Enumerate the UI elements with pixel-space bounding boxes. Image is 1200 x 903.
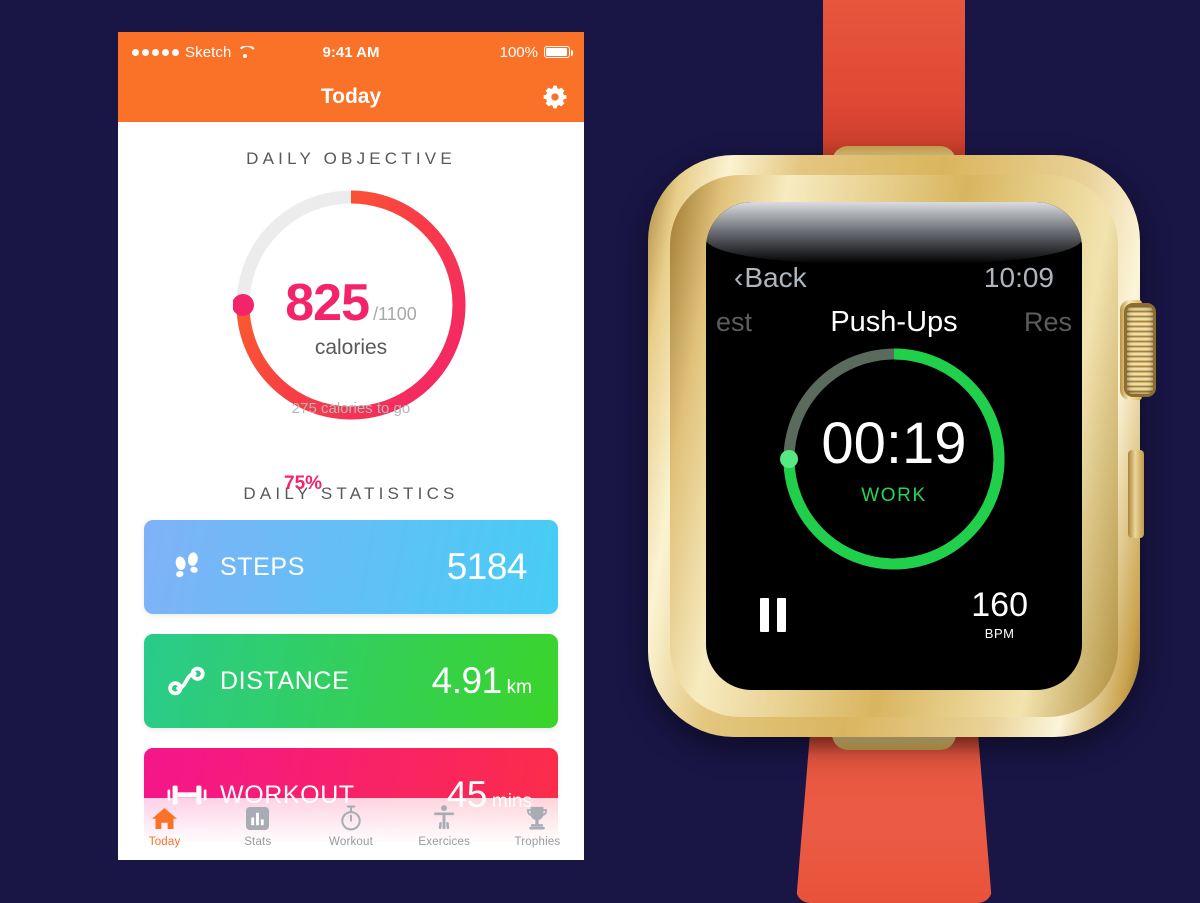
tab-label: Trophies <box>514 836 561 848</box>
calories-remaining-label: 275 calories to go <box>291 400 411 417</box>
stopwatch-icon <box>339 804 363 832</box>
pause-icon[interactable] <box>760 597 786 632</box>
status-bar-left: Sketch <box>132 44 253 61</box>
digital-crown[interactable] <box>1124 303 1156 397</box>
calories-goal: /1100 <box>373 304 417 324</box>
daily-objective-title: DAILY OBJECTIVE <box>246 149 456 168</box>
side-button[interactable] <box>1128 450 1144 538</box>
route-icon <box>166 660 208 702</box>
tab-trophies[interactable]: Trophies <box>491 804 584 848</box>
phone-status-bar: Sketch 9:41 AM 100% <box>118 32 584 72</box>
battery-full-icon <box>544 46 573 58</box>
wifi-icon <box>237 46 253 59</box>
signal-strength-icon <box>132 48 179 56</box>
calories-row: 825 /1100 <box>118 273 584 333</box>
trophy-icon <box>524 804 550 832</box>
ring-center-content: 825 /1100 calories 275 calories to go <box>118 273 584 417</box>
statistics-card-list: STEPS 5184 DISTANCE 4.91 km WORKOUT 45 <box>118 504 584 842</box>
page-title: Today <box>320 85 382 108</box>
calories-value: 825 <box>285 274 370 332</box>
carrier-label: Sketch <box>185 43 232 61</box>
footsteps-icon <box>166 546 208 588</box>
carousel-current-label: Push-Ups <box>830 306 958 338</box>
tab-label: Today <box>148 836 181 848</box>
stat-card-value-group: 5184 <box>447 546 532 588</box>
daily-statistics-title: DAILY STATISTICS <box>243 484 459 503</box>
carousel-next-label[interactable]: Res <box>998 307 1072 338</box>
bar-chart-icon <box>246 804 270 832</box>
back-button[interactable]: ‹ Back <box>734 262 807 294</box>
exercise-carousel[interactable]: est Push-Ups Res <box>706 306 1082 339</box>
workout-timer-ring: 00:19 WORK <box>706 342 1082 576</box>
stat-card-value: 4.91 <box>431 660 503 701</box>
timer-phase-label: WORK <box>861 485 927 506</box>
phone-tab-bar: Today Stats Workout Exercices Trophies <box>118 798 584 860</box>
calories-unit-label: calories <box>314 336 388 359</box>
tab-label: Exercices <box>418 836 471 848</box>
timer-value: 00:19 <box>821 411 967 476</box>
timer-center-content: 00:19 WORK <box>706 410 1082 507</box>
battery-percent-label: 100% <box>499 43 538 61</box>
stat-card-steps[interactable]: STEPS 5184 <box>144 520 558 614</box>
tab-today[interactable]: Today <box>118 804 211 848</box>
tab-stats[interactable]: Stats <box>211 804 304 848</box>
watch-bottom-controls: 160 BPM <box>706 588 1082 641</box>
watch-header: ‹ Back 10:09 <box>706 262 1082 294</box>
heart-rate-unit: BPM <box>984 626 1015 641</box>
carousel-prev-label[interactable]: est <box>716 307 790 338</box>
tab-label: Workout <box>329 836 374 848</box>
status-bar-right: 100% <box>499 43 573 61</box>
chevron-left-icon: ‹ <box>734 262 744 293</box>
watch-ui: ‹ Back 10:09 est Push-Ups Res 00:19 WORK… <box>706 202 1082 690</box>
phone-mockup: Sketch 9:41 AM 100% Today DAILY OBJECTIV… <box>118 32 584 860</box>
watch-time: 10:09 <box>983 262 1054 293</box>
stat-card-label: STEPS <box>220 552 305 581</box>
stat-card-value: 5184 <box>446 546 528 587</box>
phone-content: DAILY OBJECTIVE 75% 825 /1100 calories 2… <box>118 122 584 860</box>
daily-objective-ring: 75% 825 /1100 calories 275 calories to g… <box>118 181 584 494</box>
watch-screen: ‹ Back 10:09 est Push-Ups Res 00:19 WORK… <box>706 202 1082 690</box>
tab-exercices[interactable]: Exercices <box>398 804 491 848</box>
stat-card-distance[interactable]: DISTANCE 4.91 km <box>144 634 558 728</box>
tab-workout[interactable]: Workout <box>304 804 397 848</box>
accessibility-icon <box>433 804 455 832</box>
home-icon <box>152 804 178 832</box>
heart-rate-readout: 160 BPM <box>971 588 1028 641</box>
gear-icon[interactable] <box>542 84 568 110</box>
stat-card-unit: km <box>506 677 532 698</box>
progress-percent-label: 75% <box>284 473 323 494</box>
smartwatch-mockup: ‹ Back 10:09 est Push-Ups Res 00:19 WORK… <box>636 0 1156 903</box>
heart-rate-value: 160 <box>971 586 1028 624</box>
stat-card-label: DISTANCE <box>220 666 350 695</box>
phone-nav-bar: Today <box>118 72 584 122</box>
tab-label: Stats <box>244 836 272 848</box>
back-label: Back <box>744 262 807 293</box>
stat-card-value-group: 4.91 km <box>432 660 532 702</box>
